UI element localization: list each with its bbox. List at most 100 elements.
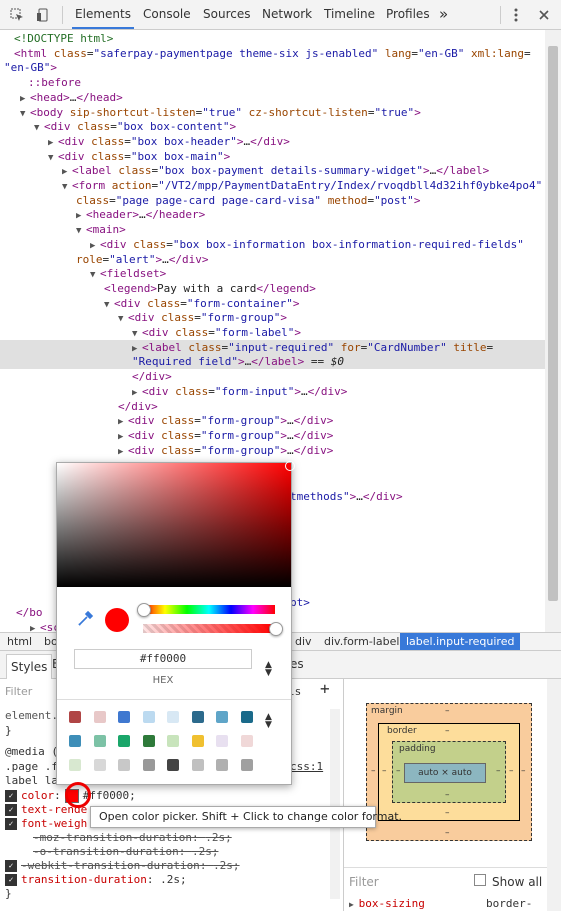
hex-input[interactable]: #ff0000 — [74, 649, 252, 669]
dom-node[interactable]: ▶ <div class="box box-information box-inf… — [0, 237, 524, 252]
computed-prop-row[interactable]: ▶ box-sizing border- — [349, 897, 532, 910]
dom-node[interactable]: ▼ <div class="box box-content"> — [0, 119, 236, 134]
alpha-slider[interactable] — [143, 624, 275, 633]
palette-swatch[interactable] — [69, 759, 81, 771]
dom-tree-scroll-thumb[interactable] — [548, 46, 558, 601]
dom-node[interactable]: </div> — [0, 399, 158, 414]
palette-swatch[interactable] — [240, 735, 253, 747]
palette-swatch[interactable] — [69, 735, 81, 747]
kebab-menu-icon[interactable] — [507, 6, 525, 24]
palette-swatch[interactable] — [118, 759, 130, 771]
tab-elements[interactable]: Elements — [72, 0, 134, 29]
dom-node[interactable]: ▼ <div class="form-group"> — [0, 310, 287, 325]
tab-console[interactable]: Console — [143, 0, 191, 29]
crumb-html[interactable]: html — [7, 633, 32, 650]
tab-sources[interactable]: Sources — [203, 0, 250, 29]
computed-filter-input[interactable]: Filter — [349, 875, 379, 889]
dom-node[interactable]: ▶ <label class="input-required" for="Card… — [0, 339, 545, 355]
dom-node[interactable]: ▼ <main> — [0, 222, 126, 237]
dom-node[interactable]: ::before — [0, 75, 81, 90]
dom-node-partial[interactable]: </bo — [16, 605, 43, 620]
dom-node[interactable]: <legend>Pay with a card</legend> — [0, 281, 316, 296]
dom-node[interactable]: "Required field">…</label> == $0 — [0, 354, 545, 370]
hue-slider[interactable] — [143, 605, 275, 614]
dom-node[interactable]: ▼ <form action="/VT2/mpp/PaymentDataEntry… — [0, 178, 542, 193]
dom-node[interactable]: ▶ <header>…</header> — [0, 207, 205, 222]
dom-node-partial[interactable]: tmethods">…</div> — [290, 489, 403, 504]
close-icon[interactable] — [535, 6, 553, 24]
inspect-element-icon[interactable] — [8, 6, 26, 24]
box-content: auto × auto — [404, 763, 486, 783]
dom-node[interactable]: ▼ <body sip-shortcut-listen="true" cz-sho… — [0, 105, 421, 120]
dom-node[interactable]: ▼ <div class="box box-main"> — [0, 149, 230, 164]
dom-node[interactable]: ▶ <div class="form-group">…</div> — [0, 413, 333, 428]
decl-checkbox[interactable]: ✓ — [5, 790, 17, 802]
dom-node[interactable]: ▶ <div class="form-group">…</div> — [0, 443, 333, 458]
tab-profiles[interactable]: Profiles — [386, 0, 430, 29]
tab-styles[interactable]: Styles — [6, 654, 53, 679]
palette-swatch[interactable] — [118, 711, 130, 723]
devtools-toolbar: Elements Console Sources Network Timelin… — [0, 0, 561, 30]
dom-node[interactable]: ▶ <div class="form-input">…</div> — [0, 384, 347, 399]
format-toggle-icon[interactable]: ▲ ▼ — [265, 661, 272, 678]
saturation-value-area[interactable] — [57, 461, 295, 587]
show-all-label: Show all — [492, 875, 543, 889]
hue-slider-handle[interactable] — [137, 603, 151, 617]
tab-network[interactable]: Network — [262, 0, 312, 29]
dom-node-partial[interactable]: pt> — [290, 595, 310, 610]
device-mode-icon[interactable] — [34, 6, 52, 24]
tab-properties[interactable]: es — [290, 651, 304, 678]
palette-swatch[interactable] — [240, 711, 253, 723]
dom-node[interactable]: role="alert">…</div> — [0, 252, 208, 267]
dom-node[interactable]: ▼ <fieldset> — [0, 266, 166, 281]
computed-scrollbar[interactable] — [547, 679, 561, 911]
dom-node[interactable]: <!DOCTYPE html> — [0, 31, 113, 46]
dom-node[interactable]: <html class="saferpay-paymentpage theme-… — [0, 46, 531, 61]
palette-switch-icon[interactable]: ▲ ▼ — [265, 713, 272, 730]
styles-scrollbar[interactable] — [330, 709, 340, 899]
palette-swatch[interactable] — [167, 735, 179, 747]
dom-node[interactable]: ▶ <div class="box box-header">…</div> — [0, 134, 290, 149]
palette-swatch[interactable] — [118, 735, 130, 747]
palette-swatch[interactable] — [240, 759, 253, 771]
crumb-div[interactable]: div — [295, 633, 312, 650]
palette-swatch[interactable] — [216, 711, 228, 723]
dom-node[interactable]: ▶ <label class="box box-payment details-s… — [0, 163, 489, 178]
palette-swatch[interactable] — [142, 735, 155, 747]
add-rule-icon[interactable]: + — [320, 681, 330, 697]
eyedropper-icon[interactable] — [77, 609, 95, 630]
palette-swatch[interactable] — [216, 735, 228, 747]
styles-filter-input[interactable]: Filter — [5, 685, 32, 699]
palette-swatch[interactable] — [167, 711, 179, 723]
dom-node[interactable]: "en-GB"> — [0, 60, 57, 75]
palette-swatch[interactable] — [191, 711, 204, 723]
show-all-checkbox[interactable] — [474, 874, 486, 886]
palette-swatch[interactable] — [142, 759, 155, 771]
style-rule-selector: .page .f — [5, 760, 58, 773]
palette-swatch[interactable] — [142, 711, 155, 723]
dom-node[interactable]: class="page page-card page-card-visa" me… — [0, 193, 420, 208]
dom-node[interactable]: ▶ <head>…</head> — [0, 90, 123, 105]
palette-swatch[interactable] — [191, 759, 204, 771]
more-tabs-button[interactable]: » — [439, 0, 448, 29]
crumb-label-input-required[interactable]: label.input-required — [400, 633, 521, 650]
current-color-swatch — [105, 608, 129, 632]
palette-swatch[interactable] — [69, 711, 81, 723]
crumb-form-label[interactable]: div.form-label — [324, 633, 399, 650]
dom-node[interactable]: ▼ <div class="form-container"> — [0, 296, 299, 311]
format-label: HEX — [152, 675, 174, 686]
palette-swatch[interactable] — [93, 735, 106, 747]
alpha-slider-handle[interactable] — [269, 622, 283, 636]
tab-timeline[interactable]: Timeline — [324, 0, 375, 29]
dom-node[interactable]: </div> — [0, 369, 172, 384]
decl-webkit-transition: ✓ -webkit-transition-duration: .2s; — [5, 859, 240, 873]
css-source-link[interactable]: css:1 — [290, 760, 323, 774]
dom-node[interactable]: ▼ <div class="form-label"> — [0, 325, 301, 340]
dom-node[interactable]: ▶ <div class="form-group">…</div> — [0, 428, 333, 443]
palette-swatch[interactable] — [93, 711, 106, 723]
decl-font-weight: ✓ font-weigh — [5, 817, 87, 831]
palette-swatch[interactable] — [167, 759, 179, 771]
palette-swatch[interactable] — [216, 759, 228, 771]
palette-swatch[interactable] — [191, 735, 204, 747]
palette-swatch[interactable] — [93, 759, 106, 771]
